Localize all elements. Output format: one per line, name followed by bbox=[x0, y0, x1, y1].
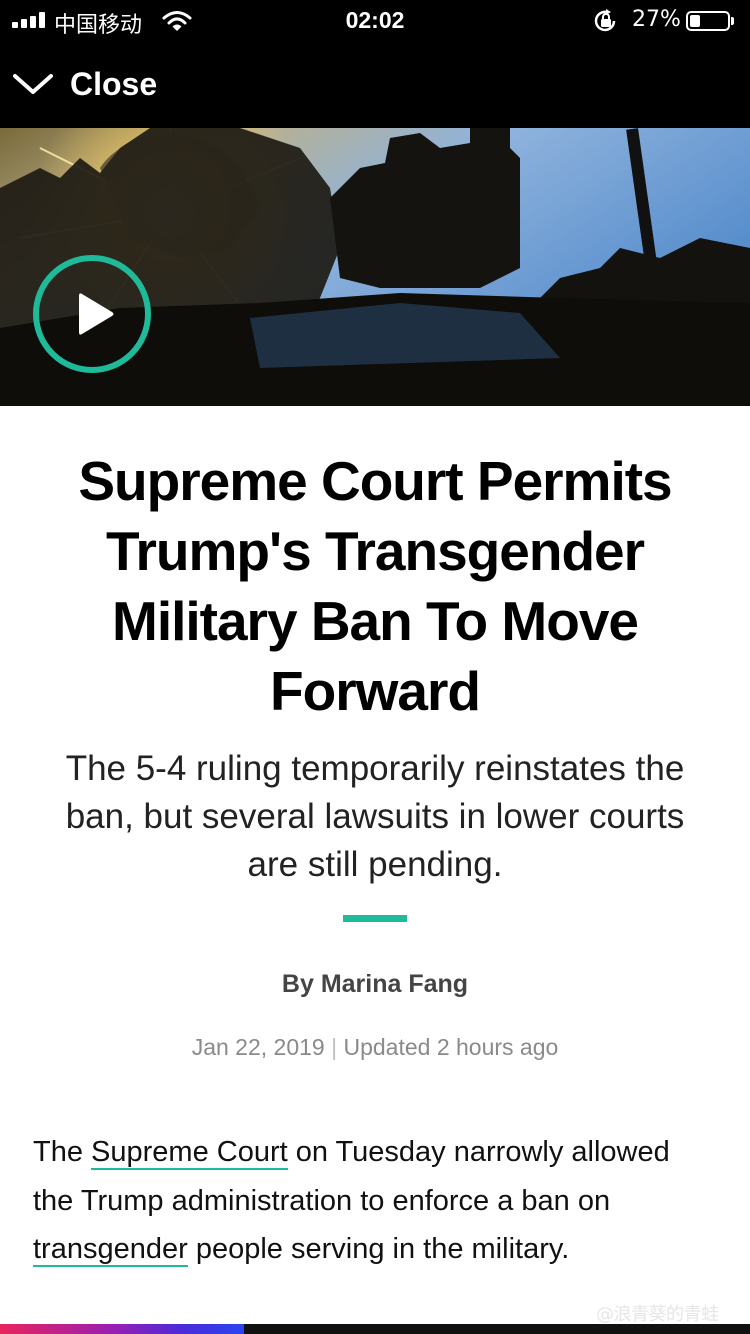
watermark: @浪青葵的青蛙 bbox=[596, 1304, 719, 1325]
headline-divider bbox=[343, 915, 407, 922]
publish-date: Jan 22, 2019 bbox=[191, 1034, 325, 1060]
battery-level bbox=[690, 15, 700, 27]
hero-video[interactable] bbox=[0, 128, 750, 406]
wifi-icon bbox=[162, 10, 192, 37]
paragraph-text: people serving in the military. bbox=[187, 1233, 570, 1265]
author-byline[interactable]: By Marina Fang bbox=[0, 970, 750, 999]
reading-progress-bar bbox=[0, 1324, 750, 1334]
date-separator: | bbox=[331, 1034, 338, 1060]
article-dateline: Jan 22, 2019 | Updated 2 hours ago bbox=[0, 1034, 750, 1061]
carrier-name: 中国移动 bbox=[54, 13, 143, 38]
play-button[interactable] bbox=[33, 255, 151, 373]
close-label: Close bbox=[70, 65, 158, 102]
battery-icon bbox=[686, 11, 730, 31]
rotation-lock-icon bbox=[593, 9, 619, 38]
updated-time: Updated 2 hours ago bbox=[343, 1034, 559, 1060]
paragraph-text: The bbox=[33, 1136, 92, 1168]
nav-bar: Close bbox=[0, 40, 750, 128]
status-bar: 中国移动 02:02 27% bbox=[0, 0, 750, 40]
chevron-down-icon bbox=[13, 74, 53, 94]
battery-percent: 27% bbox=[632, 7, 681, 32]
close-button[interactable]: Close bbox=[12, 60, 157, 108]
battery-cap bbox=[731, 17, 734, 25]
supreme-court-link[interactable]: Supreme Court bbox=[91, 1136, 288, 1170]
article-paragraph: The Supreme Court on Tuesday narrowly al… bbox=[33, 1128, 713, 1274]
transgender-link[interactable]: transgender bbox=[33, 1233, 188, 1267]
play-icon bbox=[79, 293, 114, 335]
reading-progress-fill bbox=[0, 1324, 244, 1334]
signal-icon bbox=[12, 12, 48, 28]
article-subheadline: The 5-4 ruling temporarily reinstates th… bbox=[65, 749, 685, 884]
article-headline: Supreme Court Permits Trump's Transgende… bbox=[78, 450, 672, 722]
